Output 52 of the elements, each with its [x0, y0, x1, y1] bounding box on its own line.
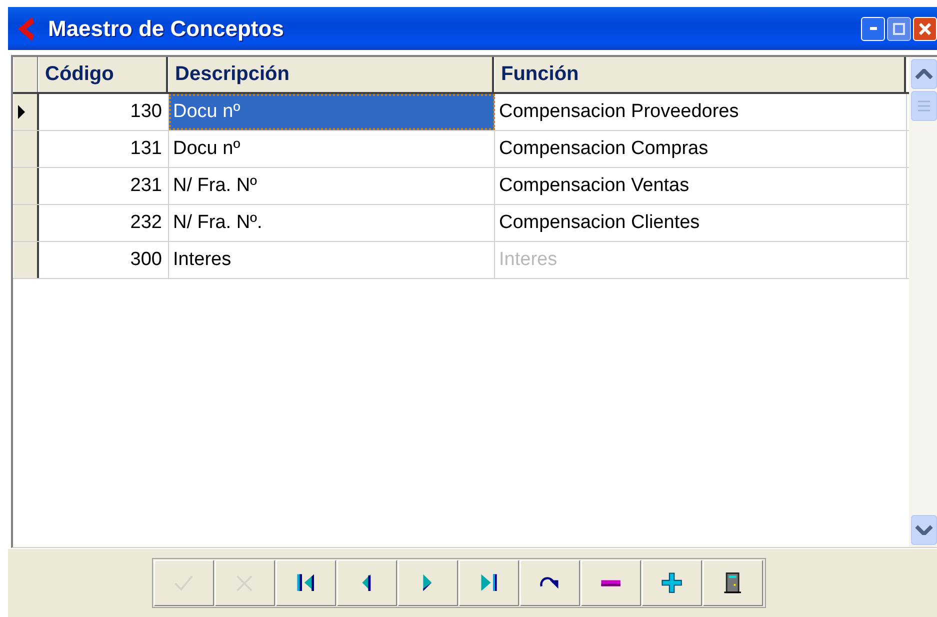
insert-button[interactable]	[642, 560, 702, 606]
triangle-left-icon	[361, 573, 372, 593]
row-indicator[interactable]	[13, 242, 39, 278]
row-indicator[interactable]	[13, 205, 39, 241]
maximize-icon	[893, 22, 905, 34]
table-cell: 300	[39, 242, 169, 278]
triangle-right-icon	[422, 573, 433, 593]
table-cell: Compensacion Compras	[495, 131, 907, 167]
curved-arrow-icon	[540, 576, 560, 590]
close-icon	[919, 22, 931, 34]
delete-button[interactable]	[580, 560, 640, 606]
arrow-icon	[16, 16, 36, 42]
minimize-icon	[868, 26, 878, 31]
close-button[interactable]	[913, 16, 937, 40]
table-cell: Docu nº	[169, 94, 495, 130]
chevron-up-icon	[915, 68, 933, 80]
table-cell: 232	[39, 205, 169, 241]
table-cell: 131	[39, 131, 169, 167]
table-cell: N/ Fra. Nº.	[169, 205, 495, 241]
row-indicator[interactable]	[13, 131, 39, 167]
row-indicator[interactable]	[13, 168, 39, 204]
table-cell: Compensacion Ventas	[495, 168, 907, 204]
column-header: Código	[38, 57, 168, 92]
table-cell: N/ Fra. Nº	[169, 168, 495, 204]
chevron-down-icon	[915, 524, 933, 536]
scroll-down-button[interactable]	[911, 515, 937, 545]
column-header: Función	[494, 57, 906, 92]
previous-button[interactable]	[336, 560, 396, 606]
table-cell: 231	[39, 168, 169, 204]
table-cell: Docu nº	[169, 131, 495, 167]
maximize-button[interactable]	[887, 16, 911, 40]
skip-first-icon	[296, 573, 316, 593]
row-indicator[interactable]	[13, 94, 39, 130]
skip-last-icon	[480, 573, 498, 593]
plus-icon	[660, 572, 682, 594]
scroll-up-button[interactable]	[911, 59, 937, 89]
door-icon	[722, 572, 742, 594]
column-header: Descripción	[168, 57, 494, 92]
refresh-button[interactable]	[520, 560, 580, 606]
table-cell: Compensacion Clientes	[495, 205, 907, 241]
last-button[interactable]	[458, 560, 518, 606]
table-cell: Interes	[169, 242, 495, 278]
table-cell: Compensacion Proveedores	[495, 94, 907, 130]
table-cell: Interes	[495, 242, 907, 278]
next-button[interactable]	[398, 560, 458, 606]
scrollbar[interactable]	[909, 57, 937, 547]
scroll-thumb[interactable]	[911, 91, 937, 121]
window-title: Maestro de Conceptos	[48, 16, 285, 42]
exit-button[interactable]	[702, 560, 762, 606]
first-button[interactable]	[276, 560, 336, 606]
minimize-button[interactable]	[861, 16, 885, 40]
minus-icon	[600, 578, 622, 588]
